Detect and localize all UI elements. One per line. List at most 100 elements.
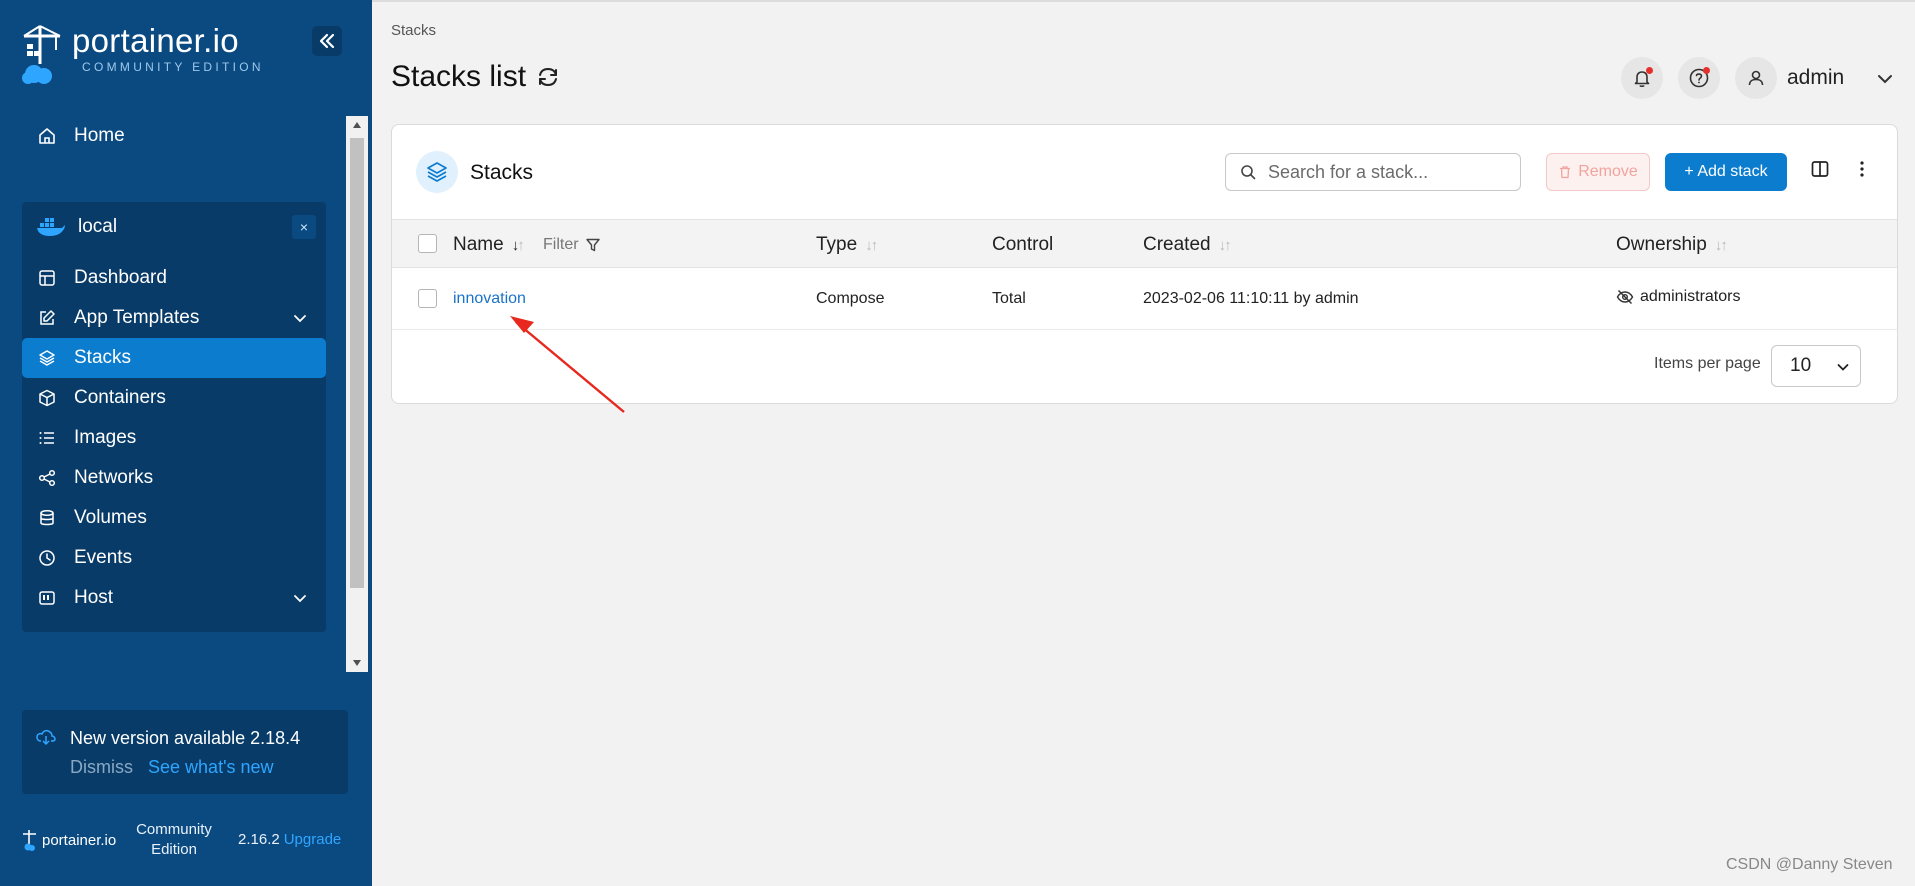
notification-badge [1646,67,1653,74]
footer-version: 2.16.2 [238,831,280,848]
stack-ownership: administrators [1616,288,1740,306]
column-label: Control [992,234,1054,255]
sidebar-item-events[interactable]: Events [22,538,326,578]
sidebar-item-images[interactable]: Images [22,418,326,458]
search-icon [1241,165,1256,180]
sidebar-item-label: Volumes [74,507,147,528]
sort-icon: ↓↑ [1714,236,1728,254]
column-label: Name [453,234,504,255]
stack-search[interactable] [1225,153,1521,191]
table-row: innovation Compose Total 2023-02-06 11:1… [392,268,1897,330]
sort-icon: ↓↑ [1218,236,1232,254]
top-divider [372,0,1915,2]
list-icon [39,432,54,444]
stack-name-link[interactable]: innovation [453,290,526,308]
breadcrumb[interactable]: Stacks [391,22,436,39]
stacks-card: Stacks Remove + Add stack [391,124,1898,404]
more-vertical-icon[interactable] [1852,159,1872,179]
stacks-card-icon [416,151,458,193]
refresh-icon [539,67,558,87]
items-per-page-value: 10 [1790,355,1812,376]
update-title: New version available 2.18.4 [70,728,301,748]
sidebar-item-networks[interactable]: Networks [22,458,326,498]
add-stack-button[interactable]: + Add stack [1665,153,1787,191]
page-title-row: Stacks list [391,60,560,94]
user-icon [1748,70,1764,86]
sidebar-item-label: App Templates [74,307,200,328]
column-header-ownership[interactable]: Ownership ↓↑ [1616,234,1728,256]
home-icon [39,128,55,144]
sort-icon: ↓↑ [865,236,878,254]
row-checkbox[interactable] [418,289,437,308]
user-menu-name[interactable]: admin [1787,66,1844,90]
stack-created: 2023-02-06 11:10:11 by admin [1143,290,1359,307]
chevron-down-icon[interactable] [1876,70,1894,88]
layers-icon [427,162,447,182]
filter-icon [585,238,600,252]
layers-icon [39,350,55,366]
column-header-created[interactable]: Created ↓↑ [1143,234,1232,256]
page-title: Stacks list [391,60,527,93]
sidebar-item-label: Images [74,427,137,448]
sidebar-item-stacks[interactable]: Stacks [22,338,326,378]
cloud-download-icon [36,729,56,746]
sidebar-item-label: Stacks [74,347,132,368]
scrollbar-thumb[interactable] [350,138,364,588]
user-avatar[interactable] [1735,57,1777,99]
chevron-down-icon [294,315,306,323]
eye-off-icon [1616,290,1634,304]
footer-logo-text: portainer.io [42,831,117,849]
refresh-button[interactable] [536,65,560,89]
dismiss-link[interactable]: Dismiss [70,757,133,777]
sidebar-item-volumes[interactable]: Volumes [22,498,326,538]
sort-icon: ↓↑ [511,236,525,254]
notifications-button[interactable] [1621,57,1663,99]
footer-edition: Community Edition [136,821,212,859]
watermark: CSDN @Danny Steven [1726,856,1893,873]
items-per-page-select[interactable]: 10 [1771,345,1861,387]
sidebar-item-home[interactable]: Home [22,116,322,156]
clock-icon [39,550,55,566]
sidebar-item-host[interactable]: Host [22,578,326,618]
column-header-type[interactable]: Type ↓↑ [816,234,878,256]
search-input[interactable] [1268,161,1508,183]
collapse-sidebar-button[interactable] [312,26,342,56]
remove-button[interactable]: Remove [1546,153,1650,191]
sidebar-item-app-templates[interactable]: App Templates [22,298,326,338]
card-title: Stacks [470,161,534,184]
select-all-checkbox[interactable] [418,234,437,253]
update-notice: New version available 2.18.4 Dismiss See… [22,710,348,794]
main-content: Stacks Stacks list admin Stacks Search f… [372,0,1915,886]
sidebar-item-label: Networks [74,467,154,488]
help-button[interactable] [1678,57,1720,99]
scroll-down-arrow-icon[interactable] [346,654,368,672]
scroll-up-arrow-icon[interactable] [346,116,368,134]
environment-header[interactable]: local × [22,202,326,252]
edit-icon [40,310,55,325]
column-label: Created [1143,234,1211,255]
environment-name: local [78,216,118,237]
stack-control: Total [992,290,1026,307]
table-header: Name ↓↑ Filter Type ↓↑ Control Created ↓… [392,219,1897,268]
logo-subtitle: COMMUNITY EDITION [82,60,264,74]
portainer-logo[interactable]: portainer.io COMMUNITY EDITION [20,24,264,86]
column-header-name[interactable]: Name ↓↑ [453,234,525,256]
chevron-down-icon [1837,364,1849,371]
help-badge [1703,67,1710,74]
whats-new-link[interactable]: See what's new [148,757,274,777]
name-filter[interactable]: Filter [543,236,601,254]
ownership-label: administrators [1640,288,1741,305]
server-icon [39,591,55,605]
dashboard-icon [39,270,55,286]
box-icon [39,389,55,407]
sidebar-scrollbar[interactable] [346,116,368,672]
sidebar-item-containers[interactable]: Containers [22,378,326,418]
sidebar: portainer.io COMMUNITY EDITION Home loca… [0,0,372,886]
upgrade-link[interactable]: Upgrade [284,831,342,848]
remove-label: Remove [1578,163,1638,180]
columns-icon[interactable] [1810,159,1830,179]
sidebar-item-label: Events [74,547,133,568]
database-icon [40,509,54,526]
close-environment-button[interactable]: × [292,215,316,239]
sidebar-item-dashboard[interactable]: Dashboard [22,258,326,298]
